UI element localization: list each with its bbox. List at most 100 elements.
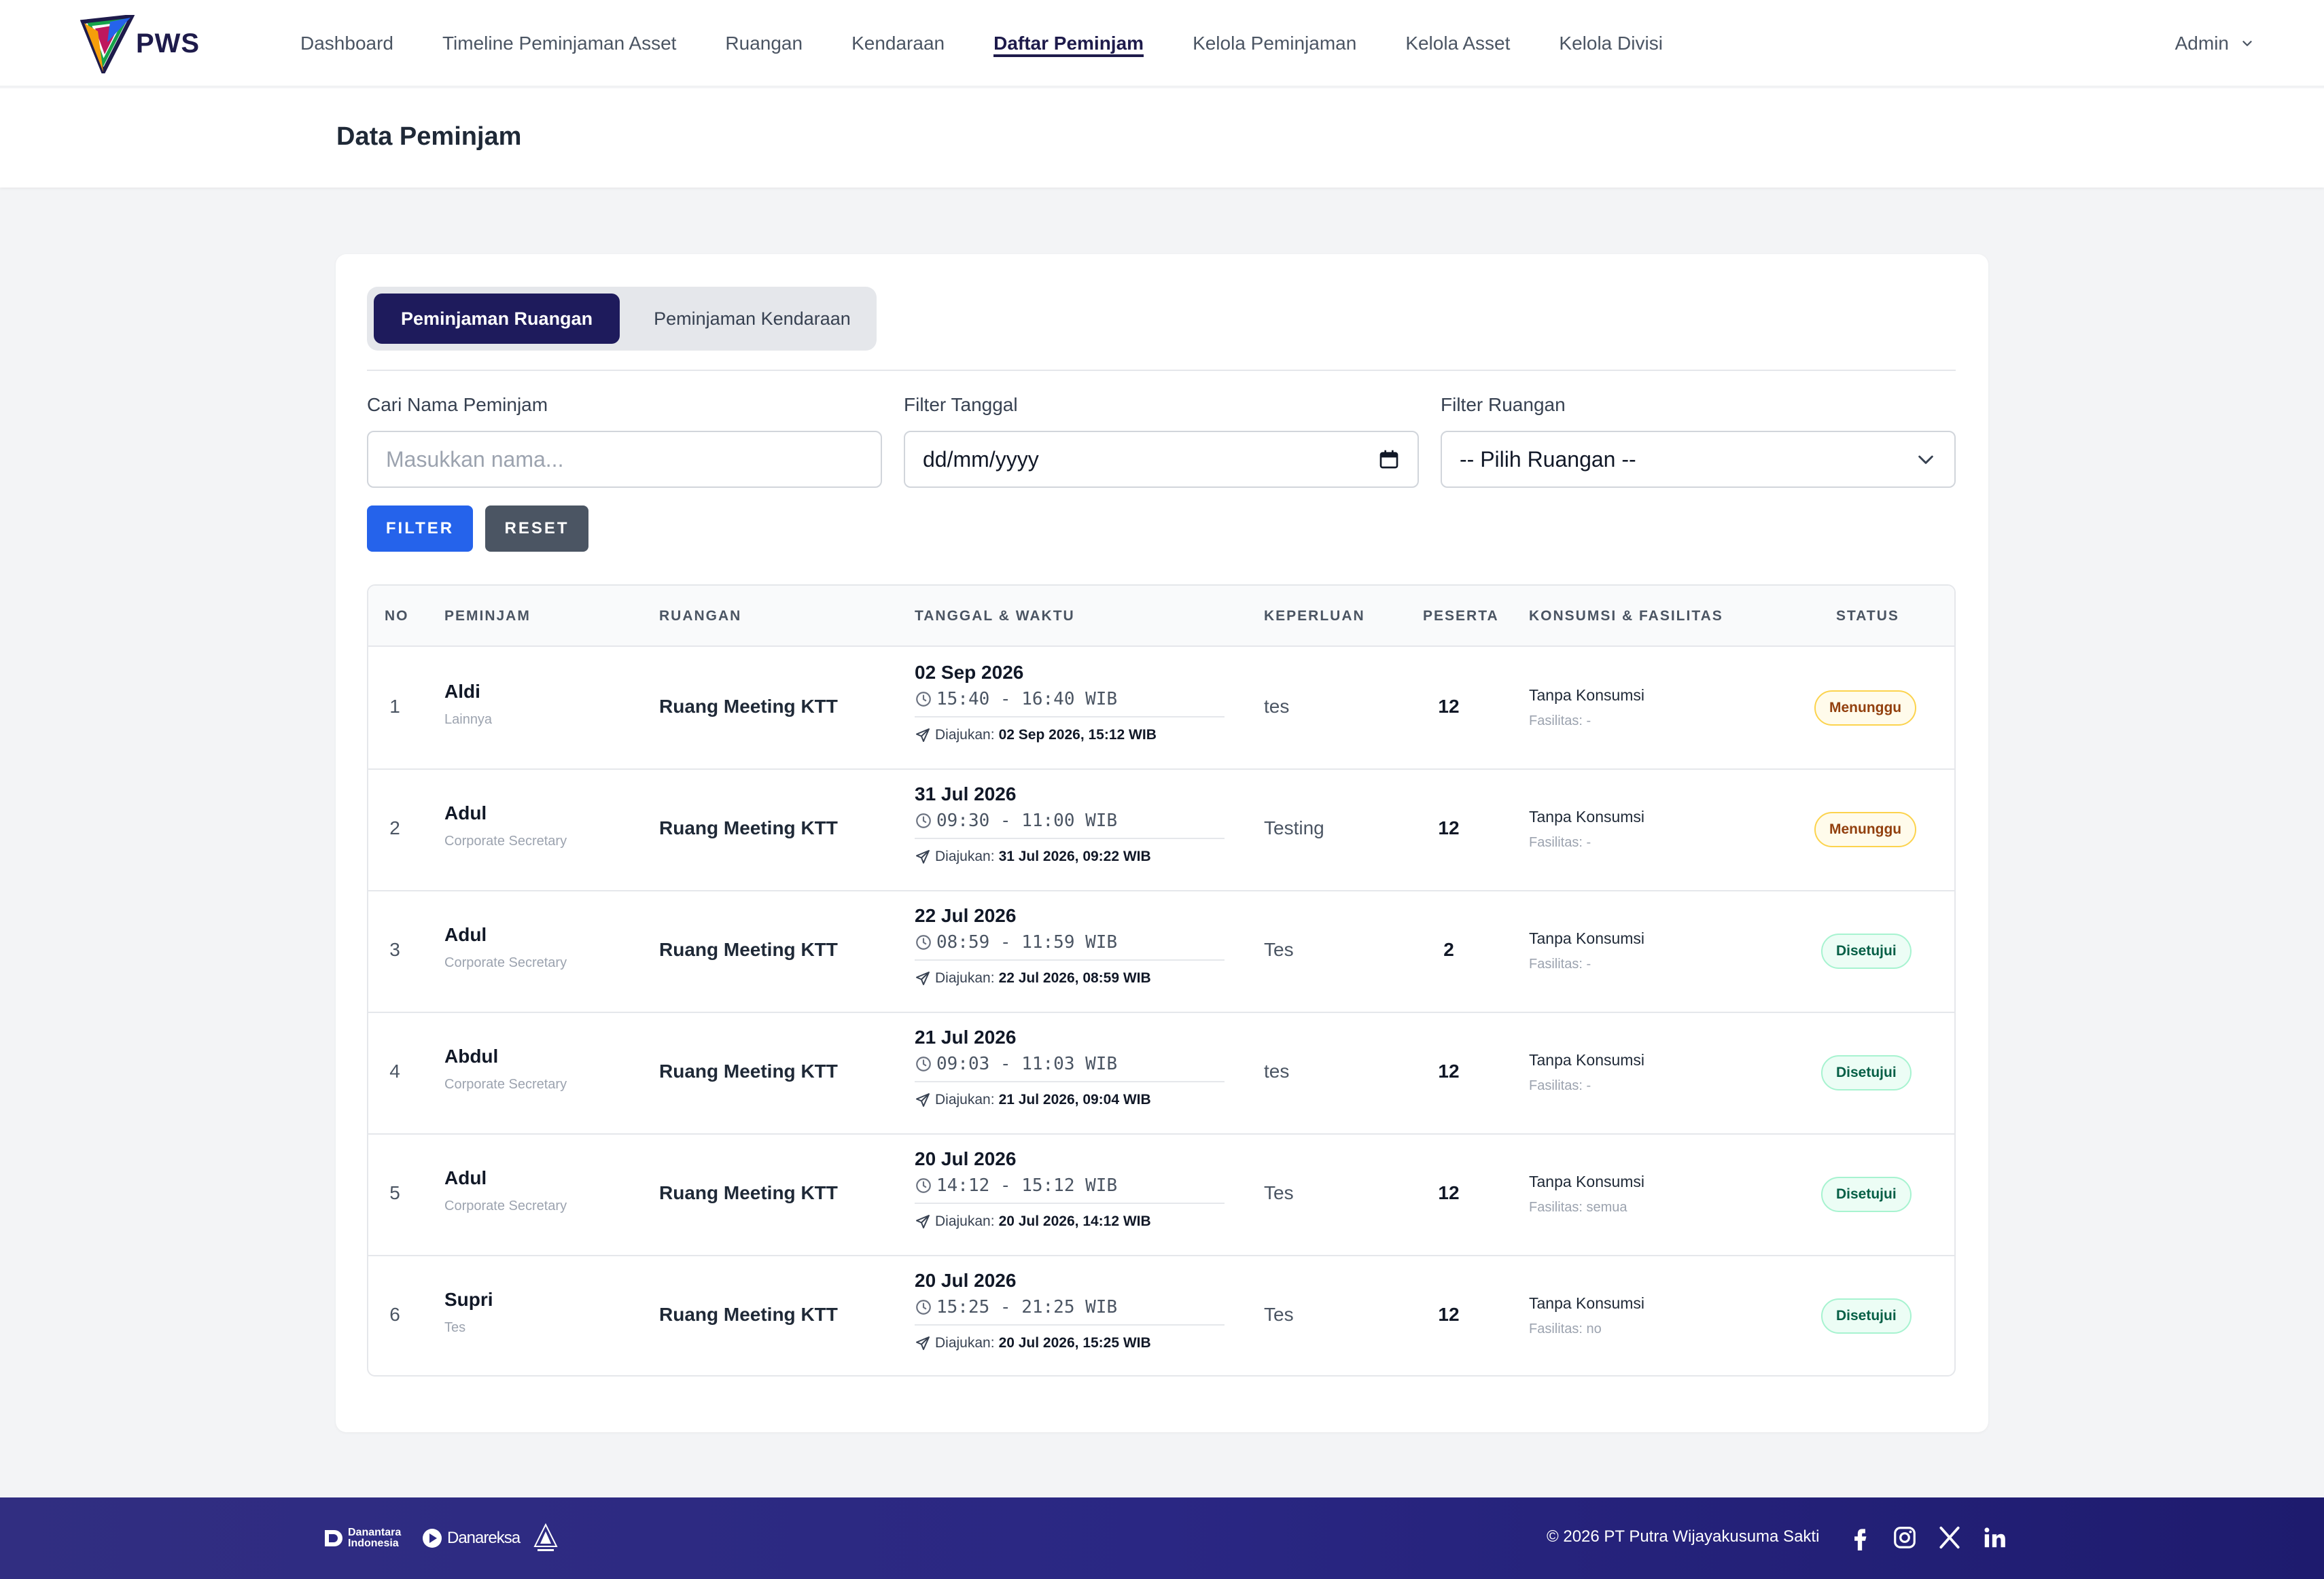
borrower-name: Supri	[444, 1289, 493, 1310]
booking-time: 09:30 - 11:00 WIB	[915, 811, 1117, 831]
room-name: Ruang Meeting KTT	[659, 1061, 838, 1082]
borrowers-table: NO PEMINJAM RUANGAN TANGGAL & WAKTU KEPE…	[367, 584, 1956, 1377]
facebook-icon[interactable]	[1847, 1525, 1873, 1550]
datetime-divider	[915, 1203, 1225, 1204]
facility: Fasilitas: -	[1529, 835, 1591, 850]
submitted-label: Diajukan:	[935, 727, 995, 743]
participant-count: 12	[1438, 817, 1460, 838]
danantara-icon	[325, 1530, 342, 1546]
booking-time: 15:40 - 16:40 WIB	[915, 689, 1117, 709]
nav-ruangan[interactable]: Ruangan	[725, 0, 803, 87]
partner-danareksa-text: Danareksa	[447, 1529, 521, 1547]
table-row[interactable]: 6 Supri Tes Ruang Meeting KTT 20 Jul 2026 15:…	[368, 1256, 1954, 1375]
col-peserta: PESERTA	[1423, 608, 1499, 624]
status-badge: Menunggu	[1814, 812, 1917, 847]
chevron-down-icon	[2242, 41, 2252, 46]
brand-logo[interactable]: PWS	[80, 15, 203, 73]
submitted-value: 22 Jul 2026, 08:59 WIB	[998, 970, 1151, 986]
purpose: Tes	[1264, 939, 1294, 960]
borrowers-card: Peminjaman Ruangan Peminjaman Kendaraan …	[336, 254, 1988, 1432]
main-nav: Dashboard Timeline Peminjaman Asset Ruan…	[300, 0, 1663, 87]
borrower-division: Lainnya	[444, 712, 493, 727]
table-row[interactable]: 2 Adul Corporate Secretary Ruang Meeting KT…	[368, 770, 1954, 891]
booking-time: 14:12 - 15:12 WIB	[915, 1175, 1117, 1196]
booking-time-text: 15:25 - 21:25 WIB	[936, 1297, 1118, 1317]
datetime-divider	[915, 1324, 1225, 1326]
submitted-label: Diajukan:	[935, 849, 995, 864]
linkedin-icon[interactable]	[1982, 1525, 2007, 1550]
submitted-at: Diajukan: 20 Jul 2026, 14:12 WIB	[915, 1213, 1151, 1230]
purpose: tes	[1264, 696, 1290, 717]
logo-triangle-icon	[80, 15, 135, 73]
datetime-divider	[915, 716, 1225, 717]
submitted-value: 21 Jul 2026, 09:04 WIB	[998, 1092, 1151, 1107]
submitted-at: Diajukan: 22 Jul 2026, 08:59 WIB	[915, 970, 1151, 987]
room-filter-select[interactable]: -- Pilih Ruangan --	[1441, 431, 1956, 488]
nav-kendaraan[interactable]: Kendaraan	[851, 0, 945, 87]
col-ruangan: RUANGAN	[659, 608, 742, 624]
submitted-value: 20 Jul 2026, 14:12 WIB	[998, 1213, 1151, 1229]
instagram-icon[interactable]	[1892, 1525, 1918, 1550]
tab-peminjaman-ruangan[interactable]: Peminjaman Ruangan	[374, 294, 620, 344]
booking-time: 08:59 - 11:59 WIB	[915, 932, 1117, 953]
tab-peminjaman-kendaraan[interactable]: Peminjaman Kendaraan	[627, 294, 878, 344]
table-row[interactable]: 1 Aldi Lainnya Ruang Meeting KTT 02 Sep 2026…	[368, 648, 1954, 770]
filter-button[interactable]: FILTER	[367, 505, 473, 552]
purpose: Testing	[1264, 817, 1324, 838]
table-row[interactable]: 5 Adul Corporate Secretary Ruang Meeting KT…	[368, 1135, 1954, 1256]
chevron-down-icon	[1918, 455, 1933, 464]
social-links	[1847, 1525, 2007, 1550]
borrower-name: Adul	[444, 924, 487, 945]
clock-icon	[916, 813, 931, 828]
date-filter-value: dd/mm/yyyy	[923, 446, 1039, 472]
reset-button[interactable]: RESET	[485, 505, 588, 552]
borrower-name: Adul	[444, 1167, 487, 1188]
table-row[interactable]: 4 Abdul Corporate Secretary Ruang Meeting K…	[368, 1013, 1954, 1135]
submitted-label: Diajukan:	[935, 970, 995, 986]
nav-kelola-divisi[interactable]: Kelola Divisi	[1559, 0, 1663, 87]
datetime-divider	[915, 959, 1225, 961]
nav-timeline[interactable]: Timeline Peminjaman Asset	[442, 0, 676, 87]
facility: Fasilitas: -	[1529, 957, 1591, 972]
booking-time-text: 08:59 - 11:59 WIB	[936, 932, 1118, 953]
room-name: Ruang Meeting KTT	[659, 817, 838, 838]
room-filter-value: -- Pilih Ruangan --	[1460, 446, 1636, 472]
nav-daftar-peminjam[interactable]: Daftar Peminjam	[993, 0, 1144, 87]
calendar-icon[interactable]	[1378, 448, 1400, 470]
participant-count: 12	[1438, 1061, 1460, 1082]
room-filter-label: Filter Ruangan	[1441, 394, 1566, 415]
participant-count: 12	[1438, 1304, 1460, 1325]
submitted-label: Diajukan:	[935, 1213, 995, 1229]
loan-type-tabs: Peminjaman Ruangan Peminjaman Kendaraan	[367, 287, 877, 351]
consumption: Tanpa Konsumsi	[1529, 1051, 1645, 1069]
booking-time: 09:03 - 11:03 WIB	[915, 1054, 1117, 1074]
submitted-label: Diajukan:	[935, 1335, 995, 1351]
partner-danantara-text: Danantara Indonesia	[348, 1527, 402, 1549]
send-icon	[916, 1215, 930, 1228]
danareksa-icon	[423, 1529, 442, 1548]
status-badge: Disetujui	[1821, 1177, 1912, 1212]
nav-dashboard[interactable]: Dashboard	[300, 0, 393, 87]
send-icon	[916, 850, 930, 864]
user-menu[interactable]: Admin	[2175, 0, 2255, 87]
clock-icon	[916, 1300, 931, 1315]
page-header: Data Peminjam	[0, 88, 2324, 188]
nav-kelola-peminjaman[interactable]: Kelola Peminjaman	[1193, 0, 1356, 87]
participant-count: 12	[1438, 1182, 1460, 1203]
room-name: Ruang Meeting KTT	[659, 1182, 838, 1203]
consumption: Tanpa Konsumsi	[1529, 686, 1645, 704]
status-badge: Disetujui	[1821, 934, 1912, 969]
nav-kelola-asset[interactable]: Kelola Asset	[1405, 0, 1510, 87]
row-number: 2	[389, 817, 400, 838]
borrower-name: Abdul	[444, 1046, 499, 1067]
name-filter-label: Cari Nama Peminjam	[367, 394, 548, 415]
submitted-value: 02 Sep 2026, 15:12 WIB	[998, 727, 1157, 743]
date-filter-input[interactable]: dd/mm/yyyy	[904, 431, 1419, 488]
table-row[interactable]: 3 Adul Corporate Secretary Ruang Meeting KT…	[368, 891, 1954, 1013]
booking-date: 31 Jul 2026	[915, 783, 1017, 804]
name-search-input[interactable]: Masukkan nama...	[367, 431, 882, 488]
booking-date: 02 Sep 2026	[915, 662, 1024, 683]
room-name: Ruang Meeting KTT	[659, 939, 838, 960]
x-icon[interactable]	[1937, 1525, 1962, 1550]
partner-danareksa-logo: Danareksa	[421, 1527, 521, 1549]
